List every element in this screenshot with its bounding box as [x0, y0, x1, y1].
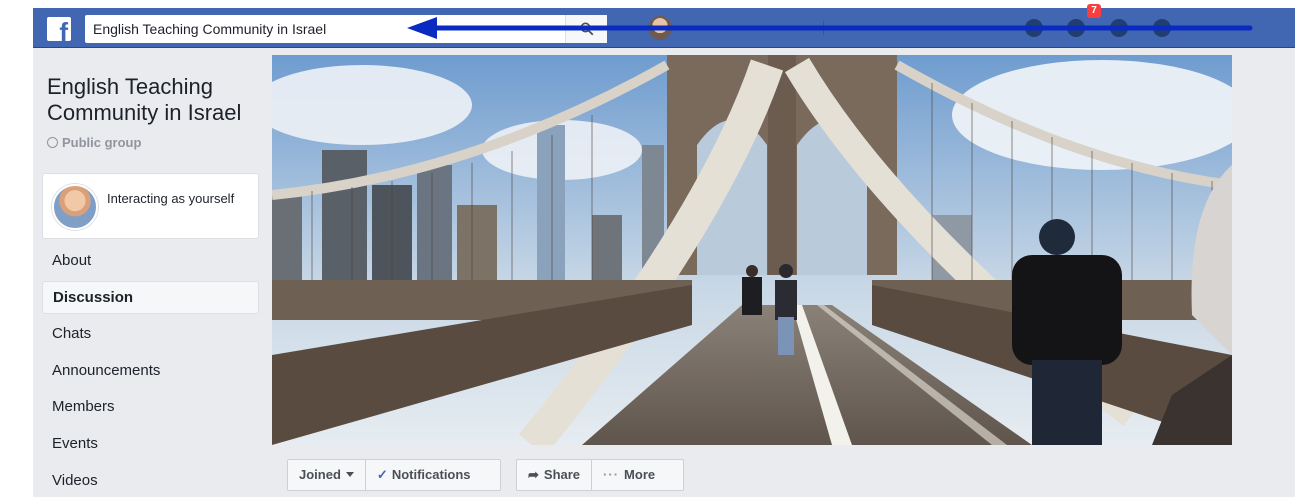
profile-avatar[interactable] [648, 16, 672, 40]
sidebar-item-chats[interactable]: Chats [42, 317, 259, 350]
search-input[interactable] [85, 15, 565, 43]
sidebar-item-announcements[interactable]: Announcements [42, 354, 259, 387]
sidebar-item-events[interactable]: Events [42, 427, 259, 460]
notification-count-badge: 7 [1087, 4, 1101, 18]
joined-label: Joined [299, 467, 341, 482]
share-button[interactable]: ➦ Share [517, 460, 593, 490]
find-friends-link[interactable] [837, 20, 987, 34]
notifications-icon[interactable] [1108, 18, 1130, 38]
search-icon [580, 22, 594, 36]
help-icon[interactable] [1151, 18, 1173, 38]
bridge-photo-image [272, 55, 1232, 445]
group-menu: About Discussion Chats Announcements Mem… [42, 244, 259, 497]
share-more-button-group: ➦ Share ··· More [516, 459, 684, 491]
search-box [85, 15, 607, 43]
more-label: More [624, 467, 656, 482]
sidebar-item-discussion[interactable]: Discussion [42, 280, 259, 314]
more-dots-icon: ··· [603, 467, 620, 482]
globe-icon [47, 137, 58, 148]
notifications-label: Notifications [391, 467, 471, 482]
membership-button-group: Joined ✓ Notifications [287, 459, 501, 491]
sidebar-item-about[interactable]: About [42, 244, 259, 277]
privacy-text: Public group [62, 135, 142, 150]
cover-photo[interactable] [272, 55, 1232, 445]
main-area: English Teaching Community in Israel Pub… [33, 48, 1295, 497]
sidebar-item-videos[interactable]: Videos [42, 464, 259, 497]
share-arrow-icon: ➦ [528, 467, 539, 482]
user-avatar [52, 184, 98, 230]
joined-button[interactable]: Joined [288, 460, 366, 490]
share-label: Share [543, 467, 581, 482]
right-rail [1238, 48, 1295, 497]
interacting-as-card[interactable]: Interacting as yourself [42, 173, 259, 239]
group-title[interactable]: English Teaching Community in Israel [47, 74, 262, 126]
messenger-icon[interactable] [1065, 18, 1087, 38]
group-privacy-label: Public group [47, 135, 141, 150]
top-navigation-bar: f [33, 8, 1295, 48]
interacting-as-label: Interacting as yourself [107, 191, 235, 206]
profile-name-link[interactable] [681, 20, 821, 34]
friend-requests-icon[interactable] [1023, 18, 1045, 38]
more-button[interactable]: ··· More [592, 460, 666, 490]
notifications-button[interactable]: ✓ Notifications [366, 460, 482, 490]
facebook-logo-icon[interactable]: f [47, 17, 71, 45]
checkmark-icon: ✓ [376, 467, 388, 482]
group-sidebar: English Teaching Community in Israel Pub… [42, 48, 262, 497]
search-button[interactable] [565, 15, 607, 43]
nav-divider [823, 21, 824, 35]
caret-down-icon [345, 472, 354, 477]
sidebar-item-members[interactable]: Members [42, 390, 259, 423]
